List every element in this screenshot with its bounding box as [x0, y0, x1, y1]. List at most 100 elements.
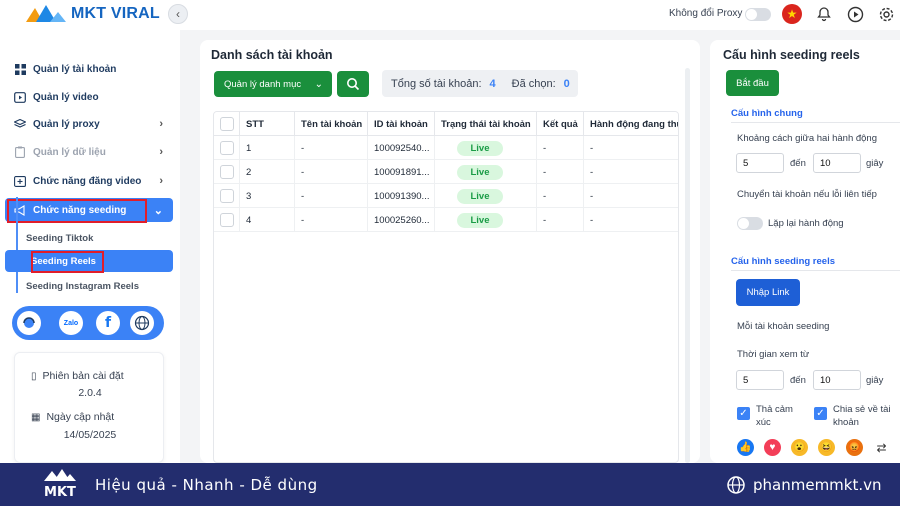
selected-value: 0 — [563, 77, 570, 90]
account-stats: Tổng số tài khoản: 4 Đã chọn: 0 — [382, 70, 578, 97]
sidebar-item-data[interactable]: Quản lý dữ liệu › — [5, 140, 173, 164]
divider — [731, 122, 900, 123]
logo-mark-icon — [26, 5, 66, 22]
footer-website[interactable]: phanmemmkt.vn — [753, 476, 882, 494]
clipboard-icon — [14, 146, 26, 158]
import-link-button[interactable]: Nhập Link — [736, 279, 800, 306]
col-id[interactable]: ID tài khoản — [367, 112, 434, 136]
haha-reaction-icon[interactable]: 😆 — [818, 439, 835, 456]
selected-label: Đã chọn: — [511, 77, 556, 90]
love-reaction-icon[interactable]: ♥ — [764, 439, 781, 456]
sidebar-item-label: Quản lý video — [33, 91, 99, 103]
sidebar-item-post-video[interactable]: Chức năng đăng video › — [5, 169, 173, 193]
sidebar-item-proxy[interactable]: Quản lý proxy › — [5, 112, 173, 136]
general-section-title: Cấu hình chung — [731, 108, 803, 119]
sidebar-item-label: Quản lý tài khoản — [33, 63, 117, 75]
table-row[interactable]: 2 - 100091891... Live - - — [214, 160, 678, 184]
version-label: Phiên bản cài đặt — [42, 370, 124, 382]
table-scrollbar[interactable] — [685, 68, 690, 463]
share-label: Chia sẻ về tài khoản — [833, 404, 891, 428]
watch-time-label: Thời gian xem từ — [737, 349, 810, 360]
status-badge: Live — [457, 188, 503, 204]
select-all-checkbox[interactable] — [220, 117, 234, 131]
update-value: 14/05/2025 — [63, 429, 117, 441]
cell-result: - — [536, 184, 583, 208]
play-circle-icon[interactable] — [844, 3, 866, 25]
search-button[interactable] — [337, 71, 369, 97]
col-stt[interactable]: STT — [239, 112, 294, 136]
cell-action: - — [583, 184, 678, 208]
cell-name: - — [294, 136, 367, 160]
calendar-icon: ▦ — [31, 411, 41, 423]
delay-label: Khoảng cách giữa hai hành động — [737, 133, 877, 144]
switch-account-label: Chuyển tài khoản nếu lỗi liên tiếp — [737, 189, 877, 200]
sidebar-subitem-instagram-reels[interactable]: Seeding Instagram Reels — [26, 275, 139, 297]
react-checkbox[interactable]: ✓ — [737, 407, 750, 420]
cell-name: - — [294, 184, 367, 208]
watch-to-input[interactable]: 10 — [813, 370, 861, 390]
angry-reaction-icon[interactable]: 😡 — [846, 439, 863, 456]
chevron-right-icon: › — [159, 146, 163, 158]
accounts-table: STT Tên tài khoản ID tài khoản Trạng thá… — [213, 111, 679, 463]
watch-from-input[interactable]: 5 — [736, 370, 784, 390]
row-checkbox[interactable] — [220, 141, 234, 155]
globe-icon — [727, 476, 745, 494]
chevron-down-icon: ⌄ — [314, 78, 323, 90]
status-badge: Live — [457, 164, 503, 180]
col-name[interactable]: Tên tài khoản — [294, 112, 367, 136]
bell-icon[interactable] — [813, 3, 835, 25]
status-badge: Live — [457, 140, 503, 156]
support-icon[interactable] — [17, 311, 41, 335]
table-row[interactable]: 3 - 100091390... Live - - — [214, 184, 678, 208]
promo-footer: MKT Hiệu quả - Nhanh - Dễ dùng phanmemmk… — [0, 463, 900, 506]
sidebar-item-label: Quản lý proxy — [33, 118, 100, 130]
wow-reaction-icon[interactable]: 😮 — [791, 439, 808, 456]
update-label: Ngày cập nhật — [46, 411, 115, 423]
share-checkbox[interactable]: ✓ — [814, 407, 827, 420]
sidebar-subitem-tiktok[interactable]: Seeding Tiktok — [26, 227, 93, 249]
status-badge: Live — [457, 212, 503, 228]
row-checkbox[interactable] — [220, 165, 234, 179]
start-button[interactable]: Bắt đầu — [726, 70, 779, 96]
globe-icon[interactable] — [130, 311, 154, 335]
table-row[interactable]: 1 - 100092540... Live - - — [214, 136, 678, 160]
cell-name: - — [294, 208, 367, 232]
proxy-toggle[interactable] — [745, 8, 771, 21]
col-result[interactable]: Kết quả — [536, 112, 583, 136]
repeat-toggle[interactable] — [737, 217, 763, 230]
facebook-icon[interactable]: f — [96, 311, 120, 335]
cell-id: 100091390... — [367, 184, 434, 208]
app-logo: MKT VIRAL — [26, 4, 160, 24]
row-checkbox[interactable] — [220, 213, 234, 227]
cell-id: 100091891... — [367, 160, 434, 184]
sidebar-item-label: Quản lý dữ liệu — [33, 146, 106, 158]
row-checkbox[interactable] — [220, 189, 234, 203]
cell-action: - — [583, 160, 678, 184]
col-status[interactable]: Trạng thái tài khoản — [434, 112, 536, 136]
search-icon — [347, 78, 360, 91]
category-dropdown[interactable]: Quản lý danh mục ⌄ — [214, 71, 332, 97]
chevron-right-icon: › — [159, 118, 163, 130]
per-account-label: Mỗi tài khoản seeding — [737, 321, 830, 332]
cell-stt: 2 — [239, 160, 294, 184]
shuffle-icon[interactable]: ⇄ — [873, 439, 890, 456]
sidebar-item-videos[interactable]: Quản lý video — [5, 85, 173, 109]
table-row[interactable]: 4 - 100025260... Live - - — [214, 208, 678, 232]
cell-stt: 4 — [239, 208, 294, 232]
zalo-icon[interactable]: Zalo — [59, 311, 83, 335]
cell-name: - — [294, 160, 367, 184]
delay-from-input[interactable]: 5 — [736, 153, 784, 173]
video-icon — [14, 91, 26, 103]
gear-icon[interactable] — [875, 3, 897, 25]
delay-to-input[interactable]: 10 — [813, 153, 861, 173]
vietnam-flag-icon[interactable]: ★ — [782, 4, 802, 24]
collapse-sidebar-button[interactable]: ‹ — [168, 4, 188, 24]
cell-result: - — [536, 208, 583, 232]
col-action[interactable]: Hành động đang thự — [583, 112, 678, 136]
like-reaction-icon[interactable]: 👍 — [737, 439, 754, 456]
highlight-box — [31, 251, 104, 273]
sidebar-item-accounts[interactable]: Quản lý tài khoản — [5, 57, 173, 81]
proxy-label: Không đổi Proxy — [669, 8, 743, 19]
mkt-logo-icon: MKT — [44, 469, 76, 500]
footer-slogan: Hiệu quả - Nhanh - Dễ dùng — [95, 476, 318, 494]
